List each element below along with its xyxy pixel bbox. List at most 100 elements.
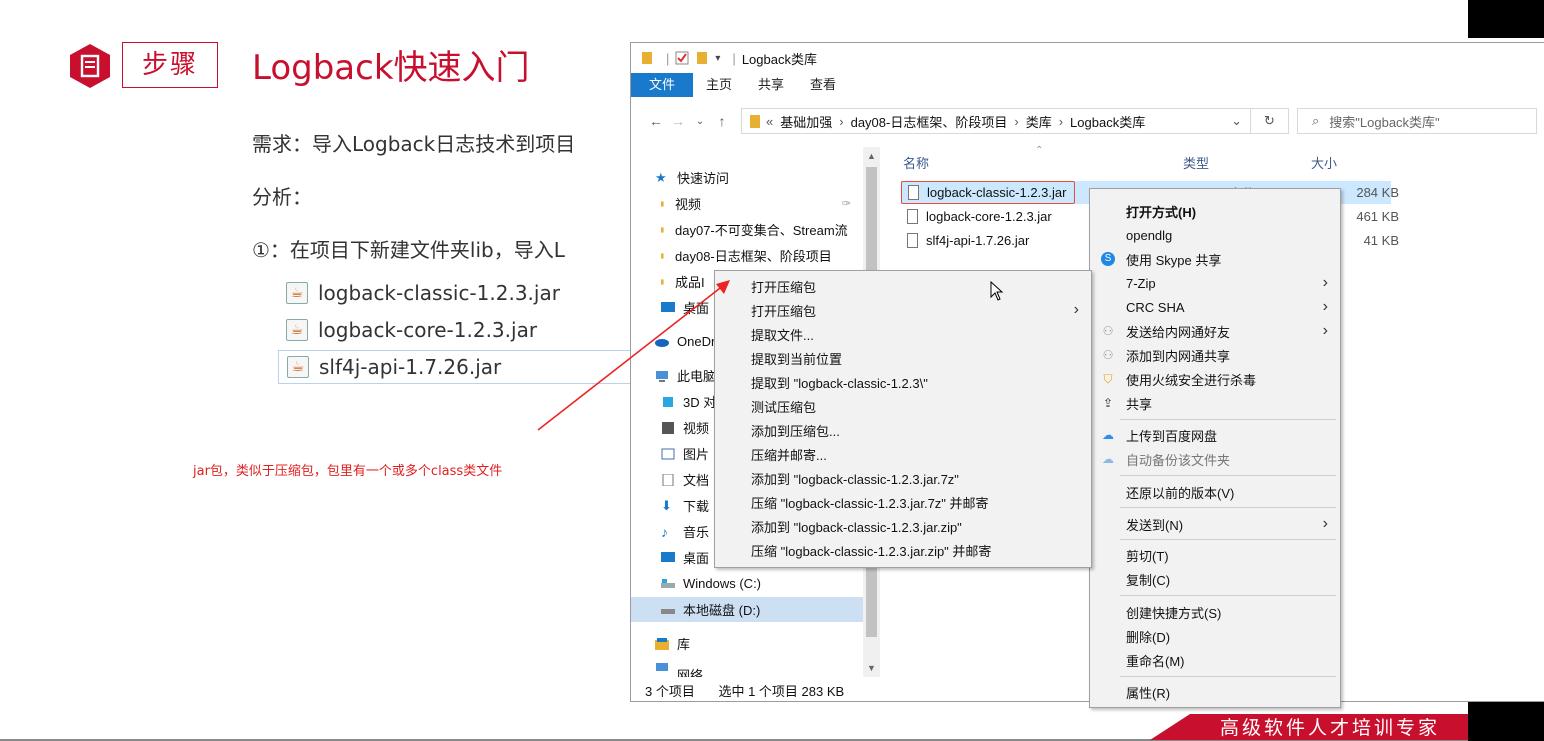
scroll-down-icon[interactable]: ▼: [863, 663, 880, 673]
quick-access-dropdown-icon[interactable]: ▾: [715, 53, 720, 64]
menu-item-baidu-upload[interactable]: ☁ 上传到百度网盘: [1090, 423, 1340, 447]
menu-item-send-to[interactable]: 发送到(N) ›: [1090, 512, 1340, 536]
nav-network[interactable]: 网络: [631, 659, 863, 677]
breadcrumb-prefix: «: [766, 113, 774, 129]
java-jar-icon: ☕: [286, 319, 308, 341]
search-placeholder: 搜索"Logback类库": [1329, 114, 1440, 130]
menu-item-cut[interactable]: 剪切(T): [1090, 543, 1340, 567]
menu-item-properties[interactable]: 属性(R): [1090, 680, 1340, 704]
menu-item-restore-versions[interactable]: 还原以前的版本(V): [1090, 480, 1340, 504]
menu-item-compress-7z-email[interactable]: 压缩 "logback-classic-1.2.3.jar.7z" 并邮寄: [715, 490, 1091, 514]
menu-item-add-to-7z[interactable]: 添加到 "logback-classic-1.2.3.jar.7z": [715, 466, 1091, 490]
menu-item-send-to-intranet-friend[interactable]: ⚇ 发送给内网通好友 ›: [1090, 319, 1340, 343]
analysis-text: 分析：: [252, 185, 312, 209]
footer-slogan: 高级软件人才培训专家: [1219, 717, 1440, 739]
menu-item-huorong-scan[interactable]: ⛉ 使用火绒安全进行杀毒: [1090, 367, 1340, 391]
column-header-type[interactable]: 类型: [1183, 153, 1209, 172]
forward-arrow-icon[interactable]: →: [667, 113, 689, 129]
menu-item-intranet-share[interactable]: ⚇ 添加到内网通共享: [1090, 343, 1340, 367]
file-name-cell[interactable]: slf4j-api-1.7.26.jar: [901, 229, 1037, 252]
menu-item-crc-sha[interactable]: CRC SHA ›: [1090, 295, 1340, 319]
documents-icon: [662, 473, 674, 486]
tab-share[interactable]: 共享: [745, 73, 797, 97]
menu-separator: [1120, 475, 1336, 476]
jar-list: ☕ logback-classic-1.2.3.jar ☕ logback-co…: [278, 276, 638, 384]
menu-item-open-archive-sub[interactable]: 打开压缩包 ›: [715, 298, 1091, 322]
menu-item-add-to-archive[interactable]: 添加到压缩包...: [715, 418, 1091, 442]
jar-name: slf4j-api-1.7.26.jar: [319, 355, 502, 379]
network-icon: [656, 663, 668, 671]
nav-drive-d[interactable]: 本地磁盘 (D:): [631, 597, 863, 622]
annotation-note: jar包，类似于压缩包，包里有一个或多个class类文件: [193, 464, 503, 479]
scroll-up-icon[interactable]: ▲: [863, 151, 880, 161]
address-toolbar: ← → ⌄ ↑ « 基础加强 › day08-日志框架、阶段项目 › 类库 › …: [631, 105, 1544, 137]
desktop-icon: [661, 551, 675, 562]
java-jar-icon: ☕: [286, 282, 308, 304]
file-icon: [907, 233, 918, 248]
nav-item[interactable]: day08-日志框架、阶段项目: [631, 243, 863, 268]
file-size: 41 KB: [1363, 233, 1399, 248]
status-selection: 选中 1 个项目 283 KB: [718, 684, 845, 699]
list-item: ☕ slf4j-api-1.7.26.jar: [278, 350, 638, 384]
menu-item-rename[interactable]: 重命名(M): [1090, 648, 1340, 672]
new-folder-icon[interactable]: [696, 51, 708, 65]
menu-item-extract-here[interactable]: 提取到当前位置: [715, 346, 1091, 370]
menu-separator: [1120, 539, 1336, 540]
nav-item[interactable]: 视频 ✑: [631, 191, 863, 216]
file-name-cell[interactable]: logback-core-1.2.3.jar: [901, 205, 1060, 228]
column-header-size[interactable]: 大小: [1311, 153, 1337, 172]
slide-title: Logback快速入门: [252, 48, 530, 88]
menu-item-opendlg[interactable]: opendlg: [1090, 223, 1340, 247]
folder-icon: [642, 52, 652, 64]
menu-item-share[interactable]: ⇪ 共享: [1090, 391, 1340, 415]
corner-block-bottom: [1468, 700, 1544, 741]
menu-item-test-archive[interactable]: 测试压缩包: [715, 394, 1091, 418]
recent-locations-chevron-icon[interactable]: ⌄: [689, 116, 711, 127]
breadcrumb-chevron-icon: ›: [1058, 113, 1064, 129]
menu-item-auto-backup[interactable]: ☁ 自动备份该文件夹: [1090, 447, 1340, 471]
download-arrow-icon: ⬇: [661, 497, 672, 513]
tab-view[interactable]: 查看: [797, 73, 849, 97]
menu-item-copy[interactable]: 复制(C): [1090, 567, 1340, 591]
menu-item-extract-files[interactable]: 提取文件...: [715, 322, 1091, 346]
jar-name: logback-core-1.2.3.jar: [318, 318, 538, 342]
list-item: ☕ logback-classic-1.2.3.jar: [278, 276, 638, 310]
menu-item-compress-zip-email[interactable]: 压缩 "logback-classic-1.2.3.jar.zip" 并邮寄: [715, 538, 1091, 562]
nav-drive-c[interactable]: Windows (C:): [631, 571, 863, 596]
folder-icon: [661, 252, 664, 259]
tab-home[interactable]: 主页: [693, 73, 745, 97]
refresh-icon[interactable]: ↻: [1251, 108, 1289, 134]
breadcrumb-item[interactable]: 类库: [1026, 112, 1052, 131]
menu-item-delete[interactable]: 删除(D): [1090, 624, 1340, 648]
nav-library[interactable]: 库: [631, 631, 863, 656]
breadcrumb-item[interactable]: 基础加强: [780, 112, 832, 131]
breadcrumb-item[interactable]: Logback类库: [1070, 112, 1145, 131]
menu-item-7zip[interactable]: 7-Zip ›: [1090, 271, 1340, 295]
column-header-name[interactable]: 名称: [903, 153, 929, 172]
menu-item-create-shortcut[interactable]: 创建快捷方式(S): [1090, 600, 1340, 624]
search-icon: ⌕: [1312, 113, 1320, 128]
menu-item-skype-share[interactable]: S 使用 Skype 共享: [1090, 247, 1340, 271]
menu-item-open-archive[interactable]: 打开压缩包: [715, 274, 1091, 298]
menu-item-extract-to-folder[interactable]: 提取到 "logback-classic-1.2.3\": [715, 370, 1091, 394]
chevron-down-icon[interactable]: ⌄: [1231, 113, 1242, 129]
nav-item[interactable]: day07-不可变集合、Stream流: [631, 217, 863, 242]
menu-item-open-with[interactable]: 打开方式(H): [1090, 199, 1340, 223]
folder-icon: [661, 226, 664, 233]
file-context-menu: 打开方式(H) opendlg S 使用 Skype 共享 7-Zip › CRC …: [1089, 188, 1341, 708]
properties-check-icon[interactable]: [675, 51, 689, 65]
up-arrow-icon[interactable]: ↑: [711, 113, 733, 129]
address-bar[interactable]: « 基础加强 › day08-日志框架、阶段项目 › 类库 › Logback类…: [741, 108, 1251, 134]
pin-icon[interactable]: ✑: [842, 197, 851, 210]
nav-quick-access[interactable]: ★ 快速访问: [631, 165, 863, 190]
tab-file[interactable]: 文件: [631, 73, 694, 97]
file-icon: [907, 209, 918, 224]
menu-item-compress-email[interactable]: 压缩并邮寄...: [715, 442, 1091, 466]
breadcrumb-item[interactable]: day08-日志框架、阶段项目: [851, 112, 1008, 131]
menu-item-add-to-zip[interactable]: 添加到 "logback-classic-1.2.3.jar.zip": [715, 514, 1091, 538]
step1-text: ①：在项目下新建文件夹lib，导入L: [252, 238, 565, 262]
search-box[interactable]: ⌕ 搜索"Logback类库": [1297, 108, 1537, 134]
back-arrow-icon[interactable]: ←: [645, 113, 667, 129]
file-name-cell[interactable]: logback-classic-1.2.3.jar: [901, 181, 1076, 204]
menu-separator: [1120, 676, 1336, 677]
